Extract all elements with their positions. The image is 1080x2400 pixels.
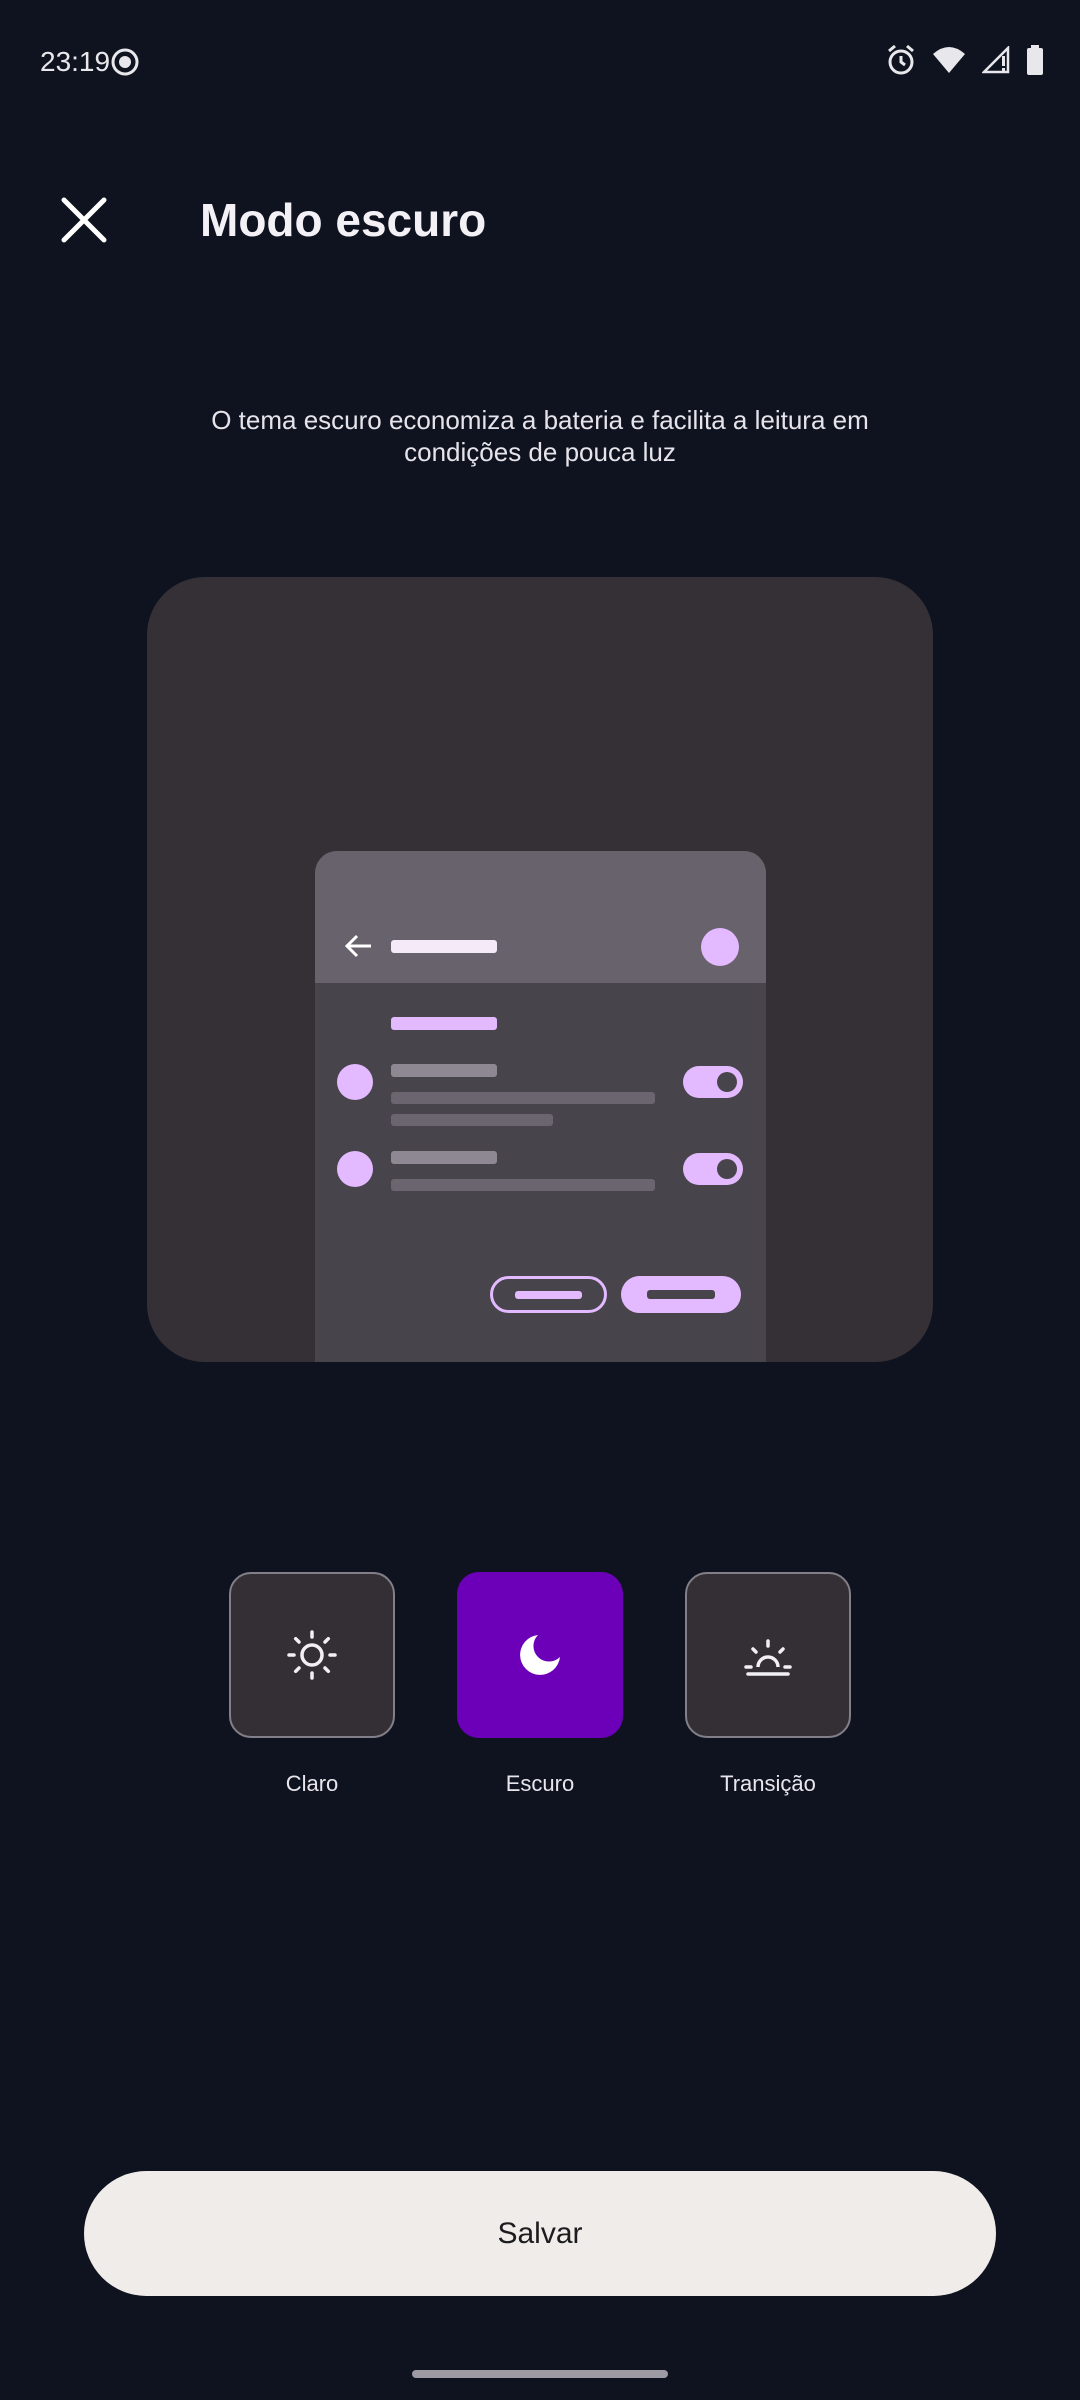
mode-label-transition: Transição [720,1771,816,1796]
mode-label-dark: Escuro [505,1771,575,1796]
preview-toggle [683,1153,743,1185]
screen-record-icon [110,47,140,77]
mode-option-transition[interactable] [685,1572,851,1738]
preview-list-icon [337,1151,373,1187]
theme-preview-illustration [147,577,933,1362]
status-icons [886,44,1044,80]
preview-list-icon [337,1064,373,1100]
mode-option-dark[interactable] [457,1572,623,1738]
preview-avatar [701,928,739,966]
preview-app-bar [315,851,766,983]
moon-icon [520,1635,560,1675]
back-arrow-icon [344,934,371,958]
alarm-icon [886,44,916,81]
preview-outline-button [490,1276,607,1313]
battery-icon [1026,44,1044,80]
sunrise-icon [744,1639,792,1676]
preview-filled-button [621,1276,741,1313]
preview-toggle [683,1066,743,1098]
wifi-icon [932,46,966,79]
home-indicator[interactable] [412,2370,668,2378]
mode-option-light[interactable] [229,1572,395,1738]
page-title: Modo escuro [200,194,487,246]
mode-label-light: Claro [285,1771,339,1796]
close-icon [61,197,107,243]
save-button[interactable]: Salvar [84,2171,996,2296]
description-text: O tema escuro economiza a bateria e faci… [211,405,869,467]
preview-mock-screen [315,851,766,1362]
cell-signal-icon [980,44,1010,79]
close-button[interactable] [52,188,116,252]
sun-icon [287,1630,337,1680]
status-time: 23:19 [40,46,111,77]
